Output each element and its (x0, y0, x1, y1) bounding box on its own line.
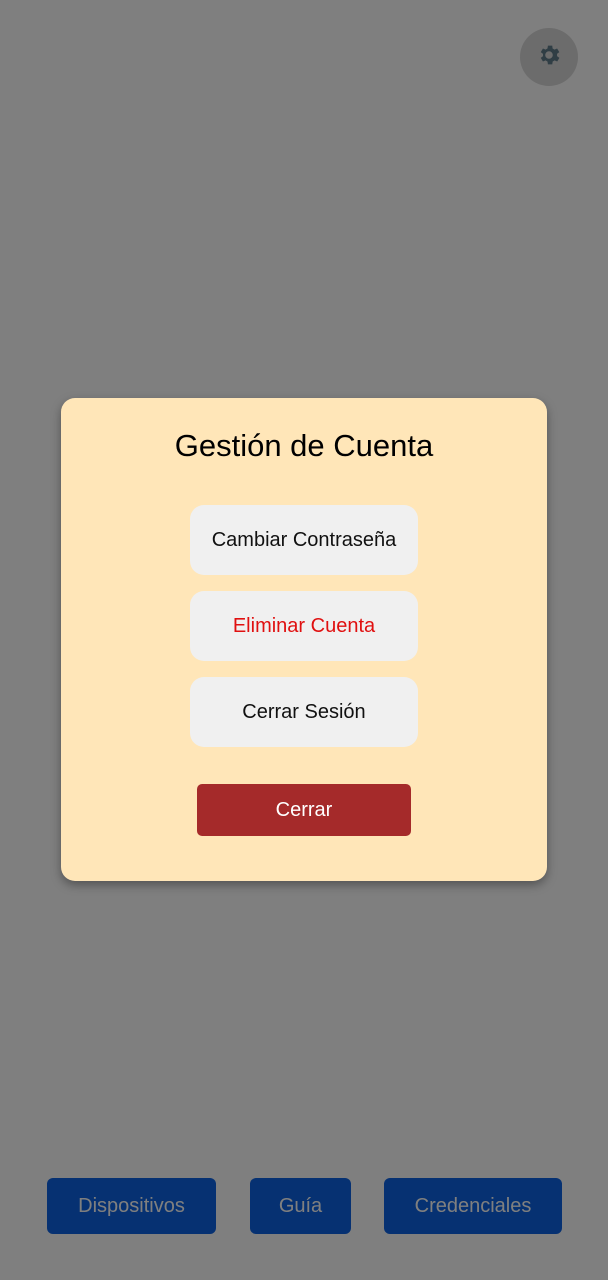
delete-account-button[interactable]: Eliminar Cuenta (190, 591, 418, 661)
change-password-button[interactable]: Cambiar Contraseña (190, 505, 418, 575)
dialog-title: Gestión de Cuenta (174, 428, 434, 463)
logout-button[interactable]: Cerrar Sesión (190, 677, 418, 747)
account-management-dialog: Gestión de Cuenta Cambiar Contraseña Eli… (61, 398, 547, 881)
close-button[interactable]: Cerrar (197, 784, 411, 836)
